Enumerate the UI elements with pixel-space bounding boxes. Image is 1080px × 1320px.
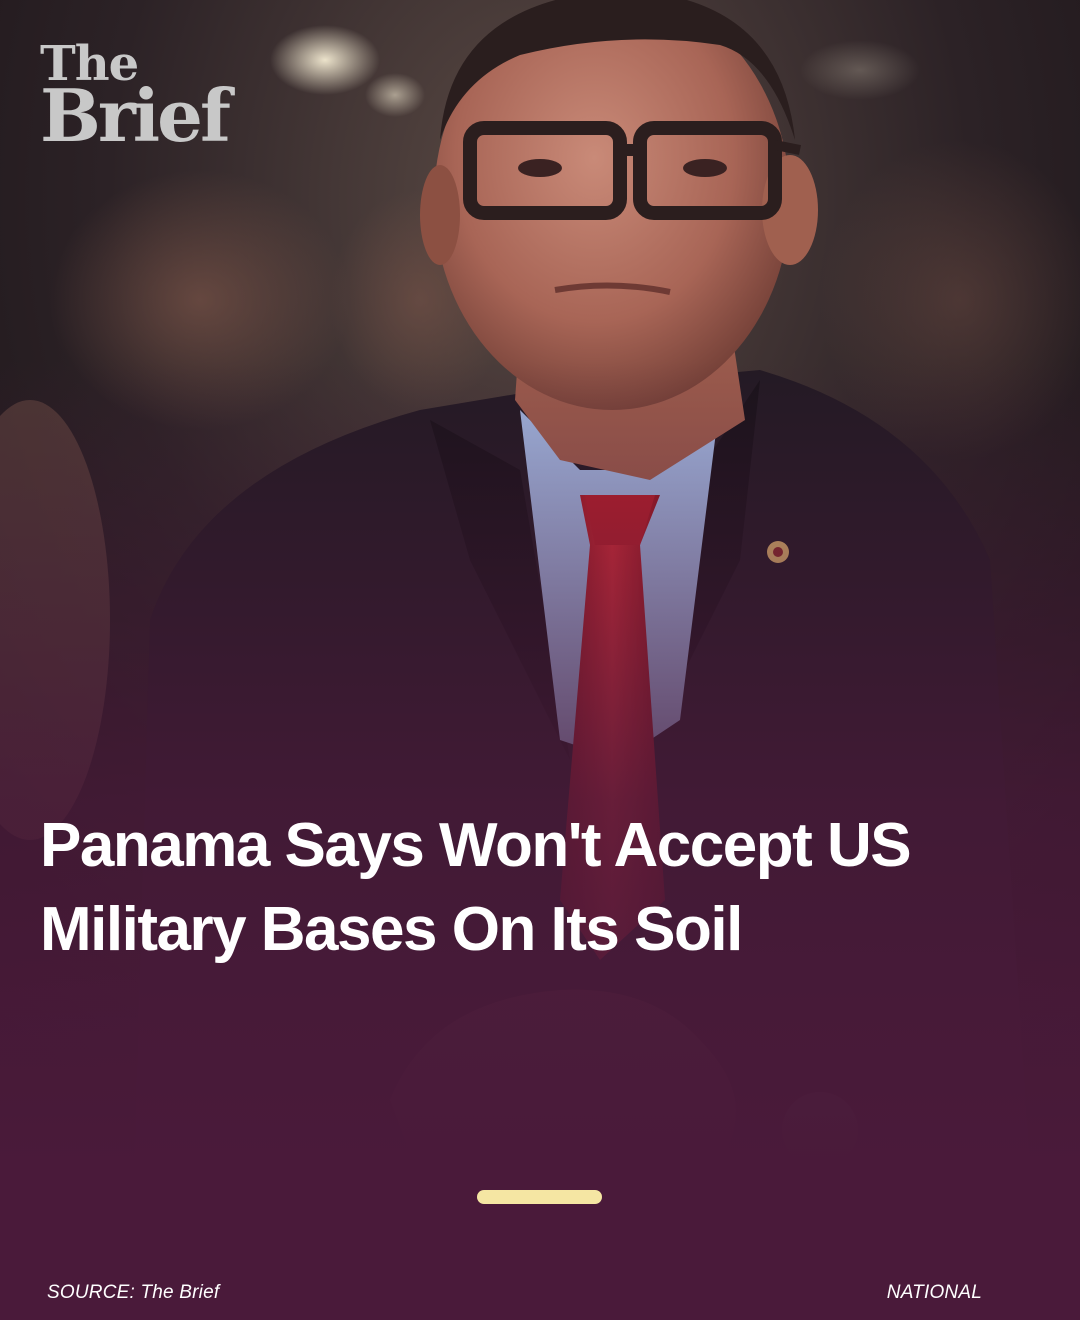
gradient-overlay <box>0 0 1080 1320</box>
page-indicator[interactable] <box>477 1190 602 1204</box>
source-label: SOURCE: The Brief <box>47 1282 220 1303</box>
brand-logo: The Brief <box>40 40 231 158</box>
brand-logo-line2: Brief <box>40 73 231 158</box>
category-label: NATIONAL <box>886 1282 982 1303</box>
story-card: The Brief Panama Says Won't Accept US Mi… <box>0 0 1080 1320</box>
headline: Panama Says Won't Accept US Military Bas… <box>40 811 912 964</box>
